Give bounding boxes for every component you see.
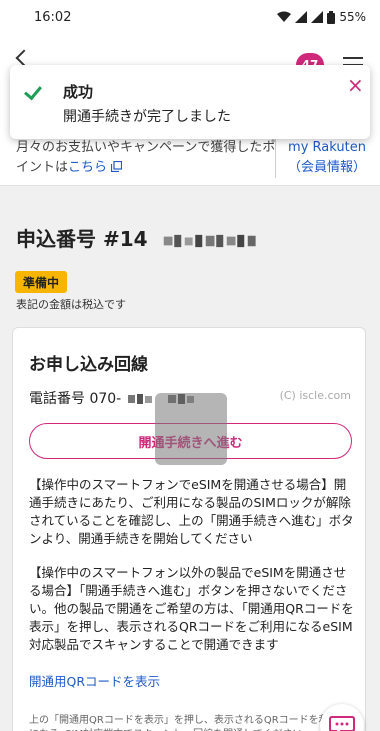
status-bar: 16:02 55%	[0, 0, 380, 34]
external-link-icon	[111, 160, 123, 173]
redacted-digits	[163, 234, 256, 247]
line-card: お申し込み回線 電話番号 070- (C) iscle.com 開通手続きへ進む…	[12, 327, 366, 731]
divider	[275, 138, 276, 178]
signal-icon-2	[311, 11, 324, 23]
battery-level: 55%	[339, 10, 366, 24]
status-badge: 準備中	[15, 271, 68, 293]
card-title: お申し込み回線	[29, 355, 148, 375]
check-icon	[24, 81, 42, 101]
instructions-other-device: 【操作中のスマートフォン以外の製品でeSIMを開通させる場合】「開通手続きへ進む…	[29, 565, 354, 652]
qr-fine-print: 上の「開通用QRコードを表示」を押し、表示されるQRコードを利用になるeSIM対…	[29, 715, 339, 731]
phone-label: 電話番号 070-	[29, 391, 122, 407]
points-text: 月々のお支払いやキャンペーンで獲得したポイントは	[16, 140, 276, 175]
close-icon[interactable]: ×	[347, 75, 364, 95]
my-rakuten-link[interactable]: my Rakuten（会員情報）	[282, 138, 372, 178]
tax-note: 表記の金額は税込です	[16, 298, 126, 311]
wifi-icon	[277, 11, 292, 22]
points-link[interactable]: こちら	[68, 160, 107, 175]
chat-icon	[329, 716, 355, 731]
order-number: 申込番号 #14	[16, 223, 265, 252]
points-description: 月々のお支払いやキャンペーンで獲得したポイントはこちら	[16, 138, 281, 178]
status-time: 16:02	[34, 9, 72, 25]
toast-message: 開通手続きが完了しました	[63, 109, 231, 125]
touch-overlay	[155, 393, 227, 465]
signal-icon	[295, 11, 308, 23]
show-qr-link[interactable]: 開通用QRコードを表示	[29, 671, 160, 690]
watermark: (C) iscle.com	[279, 389, 351, 402]
toast-title: 成功	[63, 83, 94, 101]
back-arrow-icon[interactable]	[15, 49, 33, 67]
instructions-own-device: 【操作中のスマートフォンでeSIMを開通させる場合】開通手続きにあたり、ご利用に…	[29, 477, 354, 546]
order-number-text: 申込番号 #14	[16, 227, 148, 251]
system-icons: 55%	[277, 10, 366, 24]
battery-icon	[327, 10, 336, 24]
success-toast: 成功 開通手続きが完了しました ×	[10, 65, 370, 139]
